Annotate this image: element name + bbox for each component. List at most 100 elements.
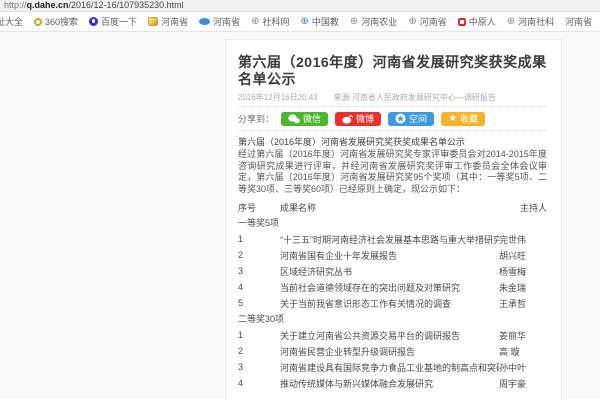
blue-oval-icon (199, 18, 210, 25)
bookmark-label: 河南社科 (518, 15, 554, 28)
globe-icon: ⊕ (507, 17, 515, 27)
row-title: 区域经济研究丛书 (280, 265, 499, 278)
bookmark-item[interactable]: ⊕河南社科 (507, 15, 554, 28)
table-row: 1 关于建立河南省公共资源交易平台的调研报告 姜丽华 (238, 327, 547, 343)
url-path: /2016/12-16/107935230.html (69, 0, 184, 10)
360-search-icon (34, 18, 42, 26)
row-num: 2 (238, 346, 280, 356)
article-subtitle: 第六届（2016年度）河南省发展研究奖获奖成果名单公示 (238, 135, 547, 145)
page-background: 第六届（2016年度）河南省发展研究奖获奖成果名单公示 2016年12月16日2… (0, 32, 600, 399)
row-title: 推动传统媒体与新兴媒体融合发展研究 (280, 377, 499, 390)
share-button-label: 收藏 (460, 112, 478, 125)
bookmark-label: 360搜索 (45, 15, 78, 28)
share-row: 分享到： 微信 微博 空间 ★ 收藏 (238, 111, 547, 126)
row-person: 高 璇 (499, 345, 547, 358)
bookmark-item[interactable]: 河南省 (199, 15, 240, 28)
bookmark-item[interactable]: ⊕社科网 (251, 15, 289, 28)
bookmark-label: 河南省 (565, 15, 592, 28)
row-person: 朱金瑞 (499, 281, 547, 294)
table-row: 5 关于当前我省意识形态工作有关情况的调查 王承哲 (238, 295, 547, 311)
row-title: 河南省国有企业十年发展报告 (280, 249, 499, 262)
row-num: 5 (238, 298, 280, 308)
article-source: 来源:河南省人民政府发展研究中心—调研报告 (334, 92, 496, 103)
qzone-star-icon (395, 113, 406, 124)
row-title: 关于建立河南省公共资源交易平台的调研报告 (280, 329, 499, 342)
share-wechat-button[interactable]: 微信 (281, 112, 328, 126)
table-row: 3 区域经济研究丛书 杨雪梅 (238, 263, 547, 279)
star-icon: ★ (448, 114, 457, 124)
row-title: 河南省民营企业转型升级调研报告 (280, 345, 499, 358)
article-title: 第六届（2016年度）河南省发展研究奖获奖成果名单公示 (238, 54, 547, 88)
row-person: 完世伟 (499, 233, 547, 246)
url-prefix: http:// (4, 0, 27, 10)
red-badge-icon (458, 18, 466, 26)
bookmark-label: 百度一下 (101, 15, 137, 28)
row-num: 4 (238, 282, 280, 292)
share-weibo-button[interactable]: 微博 (335, 112, 381, 126)
divider (238, 106, 547, 107)
bookmark-item[interactable]: ⊕ 河南省 (408, 15, 446, 28)
section-title-first-prize: 一等奖5项 (238, 215, 547, 231)
picture-icon (148, 17, 158, 26)
bookmarks-bar: 址大全 360搜索 百度一下 河南省 河南省 ⊕社科网 ⊕中国教 ⊕河南农业 ⊕… (0, 12, 600, 32)
bookmark-item[interactable]: 河南省 (148, 15, 188, 28)
article-card: 第六届（2016年度）河南省发展研究奖获奖成果名单公示 2016年12月16日2… (225, 39, 562, 400)
bookmark-item[interactable]: 360搜索 (34, 15, 78, 28)
row-title: 河南省建设具有国际竞争力食品工业基地的制高点和突破点 (280, 361, 499, 374)
col-header-num: 序号 (238, 201, 280, 214)
share-button-label: 微信 (303, 112, 321, 125)
baidu-icon (89, 17, 98, 26)
row-person: 孙中叶 (499, 361, 547, 374)
globe-icon: ⊕ (350, 17, 358, 27)
awards-table: 序号 成果名称 主持人 一等奖5项 1 “十三五”时期河南经济社会发展基本思路与… (238, 199, 547, 391)
publish-date: 2016年12月16日20:43 (238, 92, 318, 103)
row-num: 1 (238, 330, 280, 340)
row-person: 王承哲 (499, 297, 547, 310)
bookmark-label: 河南省 (213, 15, 240, 28)
url-bar[interactable]: http://q.dahe.cn/2016/12-16/107935230.ht… (0, 0, 600, 12)
row-title: 当前社会道德领域存在的突出问题及对策研究 (280, 281, 499, 294)
bookmark-item[interactable]: 河南省 (565, 15, 592, 28)
row-num: 2 (238, 250, 280, 260)
bookmark-label: 中原人 (469, 15, 496, 28)
wechat-icon (288, 114, 300, 124)
share-label: 分享到： (238, 112, 274, 125)
favorite-button[interactable]: ★ 收藏 (441, 112, 485, 126)
bookmark-label: 址大全 (0, 15, 23, 28)
bookmark-label: 河南省 (161, 15, 188, 28)
table-row: 2 河南省民营企业转型升级调研报告 高 璇 (238, 343, 547, 359)
row-title: “十三五”时期河南经济社会发展基本思路与重大举措研究 (280, 233, 499, 246)
bookmark-label: 中国教 (312, 15, 339, 28)
bookmark-item[interactable]: 址大全 (0, 15, 23, 28)
table-row: 4 推动传统媒体与新兴媒体融合发展研究 周宇豪 (238, 375, 547, 391)
bookmark-label: 河南农业 (361, 15, 397, 28)
bookmark-item[interactable]: ⊕中国教 (301, 15, 339, 28)
row-person: 周宇豪 (499, 377, 547, 390)
url-host: q.dahe.cn (27, 0, 69, 10)
row-title: 关于当前我省意识形态工作有关情况的调查 (280, 297, 499, 310)
article-meta: 2016年12月16日20:43 来源:河南省人民政府发展研究中心—调研报告 (238, 92, 547, 102)
bookmark-item[interactable]: 百度一下 (89, 15, 137, 28)
globe-icon: ⊕ (251, 17, 259, 27)
bookmark-label: 河南省 (420, 15, 447, 28)
share-qzone-button[interactable]: 空间 (388, 112, 434, 126)
row-num: 1 (238, 234, 280, 244)
weibo-icon (342, 114, 353, 124)
bookmark-label: 社科网 (262, 15, 289, 28)
col-header-name: 成果名称 (280, 201, 499, 214)
share-button-label: 微博 (356, 112, 374, 125)
section-title-second-prize: 二等奖30项 (238, 311, 547, 327)
row-person: 杨雪梅 (499, 265, 547, 278)
globe-icon: ⊕ (301, 17, 309, 27)
table-row: 4 当前社会道德领域存在的突出问题及对策研究 朱金瑞 (238, 279, 547, 295)
bookmark-item[interactable]: ⊕河南农业 (350, 15, 397, 28)
table-header-row: 序号 成果名称 主持人 (238, 199, 547, 215)
row-num: 4 (238, 378, 280, 388)
share-button-label: 空间 (409, 112, 427, 125)
table-row: 3 河南省建设具有国际竞争力食品工业基地的制高点和突破点 孙中叶 (238, 359, 547, 375)
table-row: 1 “十三五”时期河南经济社会发展基本思路与重大举措研究 完世伟 (238, 231, 547, 247)
row-num: 3 (238, 362, 280, 372)
bookmark-item[interactable]: 中原人 (458, 15, 496, 28)
globe-icon: ⊕ (408, 17, 416, 27)
row-person: 姜丽华 (499, 329, 547, 342)
